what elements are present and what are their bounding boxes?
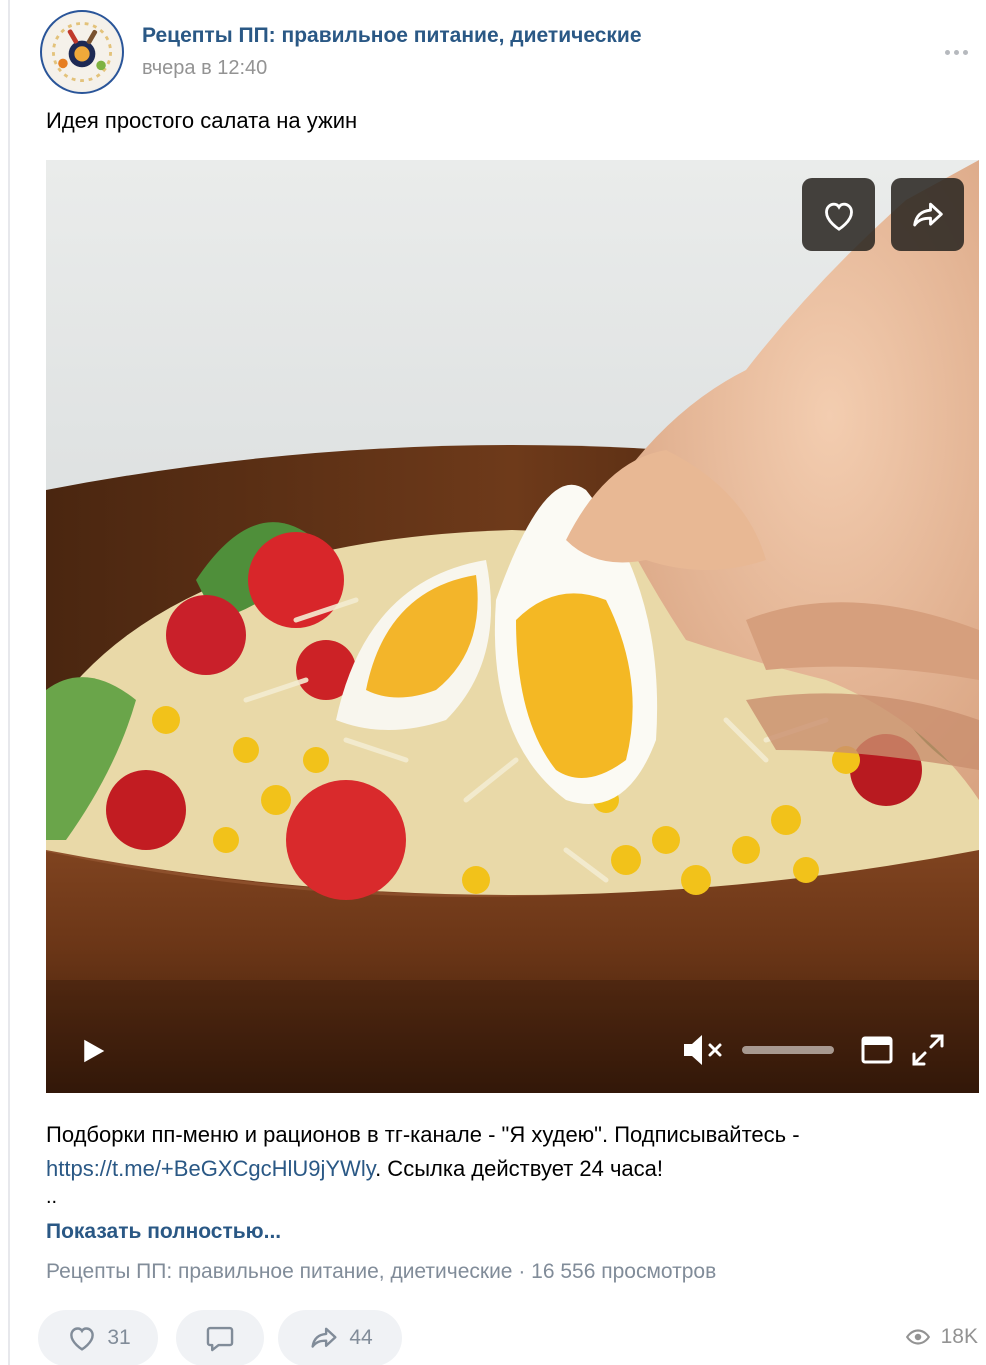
post-actions: 31 44 18K: [38, 1310, 978, 1365]
post-description: Подборки пп-меню и рационов в тг-канале …: [46, 1118, 966, 1186]
post-timestamp[interactable]: вчера в 12:40: [142, 57, 267, 80]
mute-button[interactable]: [680, 1030, 728, 1070]
miniplayer-button[interactable]: [860, 1034, 894, 1066]
play-icon: [84, 1039, 105, 1063]
like-button[interactable]: 31: [38, 1310, 158, 1365]
avatar-logo-image: [43, 13, 121, 91]
share-icon: [311, 1327, 337, 1348]
telegram-link[interactable]: https://t.me/+BeGXCgcHlU9jYWly: [46, 1156, 375, 1181]
description-text: Подборки пп-меню и рационов в тг-канале …: [46, 1122, 800, 1147]
share-icon: [912, 202, 943, 226]
more-options-button[interactable]: [936, 40, 976, 64]
heart-icon: [70, 1327, 95, 1351]
show-more-link[interactable]: Показать полностью...: [46, 1220, 281, 1244]
description-ellipsis: ..: [46, 1186, 58, 1208]
description-text-end: . Ссылка действует 24 часа!: [375, 1156, 664, 1181]
share-button[interactable]: 44: [278, 1310, 402, 1365]
feed-divider: [8, 0, 10, 1365]
video-frame-salad-image: [46, 160, 979, 1093]
post-text: Идея простого салата на ужин: [46, 108, 358, 133]
play-button[interactable]: [78, 1036, 108, 1066]
video-like-button[interactable]: [802, 178, 875, 251]
heart-icon: [824, 202, 853, 231]
post-author-link[interactable]: Рецепты ПП: правильное питание, диетичес…: [142, 24, 642, 48]
post-header: Рецепты ПП: правильное питание, диетичес…: [40, 10, 980, 94]
views-count: 18K: [940, 1325, 978, 1348]
comment-icon: [206, 1326, 234, 1352]
eye-icon: [905, 1329, 930, 1345]
video-share-button[interactable]: [891, 178, 964, 251]
volume-slider[interactable]: [742, 1046, 834, 1054]
fullscreen-button[interactable]: [910, 1032, 946, 1068]
miniplayer-icon: [861, 1036, 893, 1064]
views-counter: 18K: [905, 1324, 978, 1350]
mute-icon: [684, 1035, 722, 1065]
comment-button[interactable]: [176, 1310, 264, 1365]
more-icon-dot: [962, 49, 968, 55]
fullscreen-icon: [912, 1034, 944, 1066]
feed-post: Рецепты ПП: правильное питание, диетичес…: [28, 0, 986, 1365]
video-controls: [46, 1020, 979, 1080]
community-avatar[interactable]: [40, 10, 124, 94]
like-count: 31: [107, 1326, 131, 1349]
video-source-info[interactable]: Рецепты ПП: правильное питание, диетичес…: [46, 1260, 716, 1284]
more-icon-dot: [953, 49, 959, 55]
share-count: 44: [349, 1326, 373, 1349]
video-player[interactable]: [46, 160, 979, 1093]
more-icon: [944, 49, 950, 55]
